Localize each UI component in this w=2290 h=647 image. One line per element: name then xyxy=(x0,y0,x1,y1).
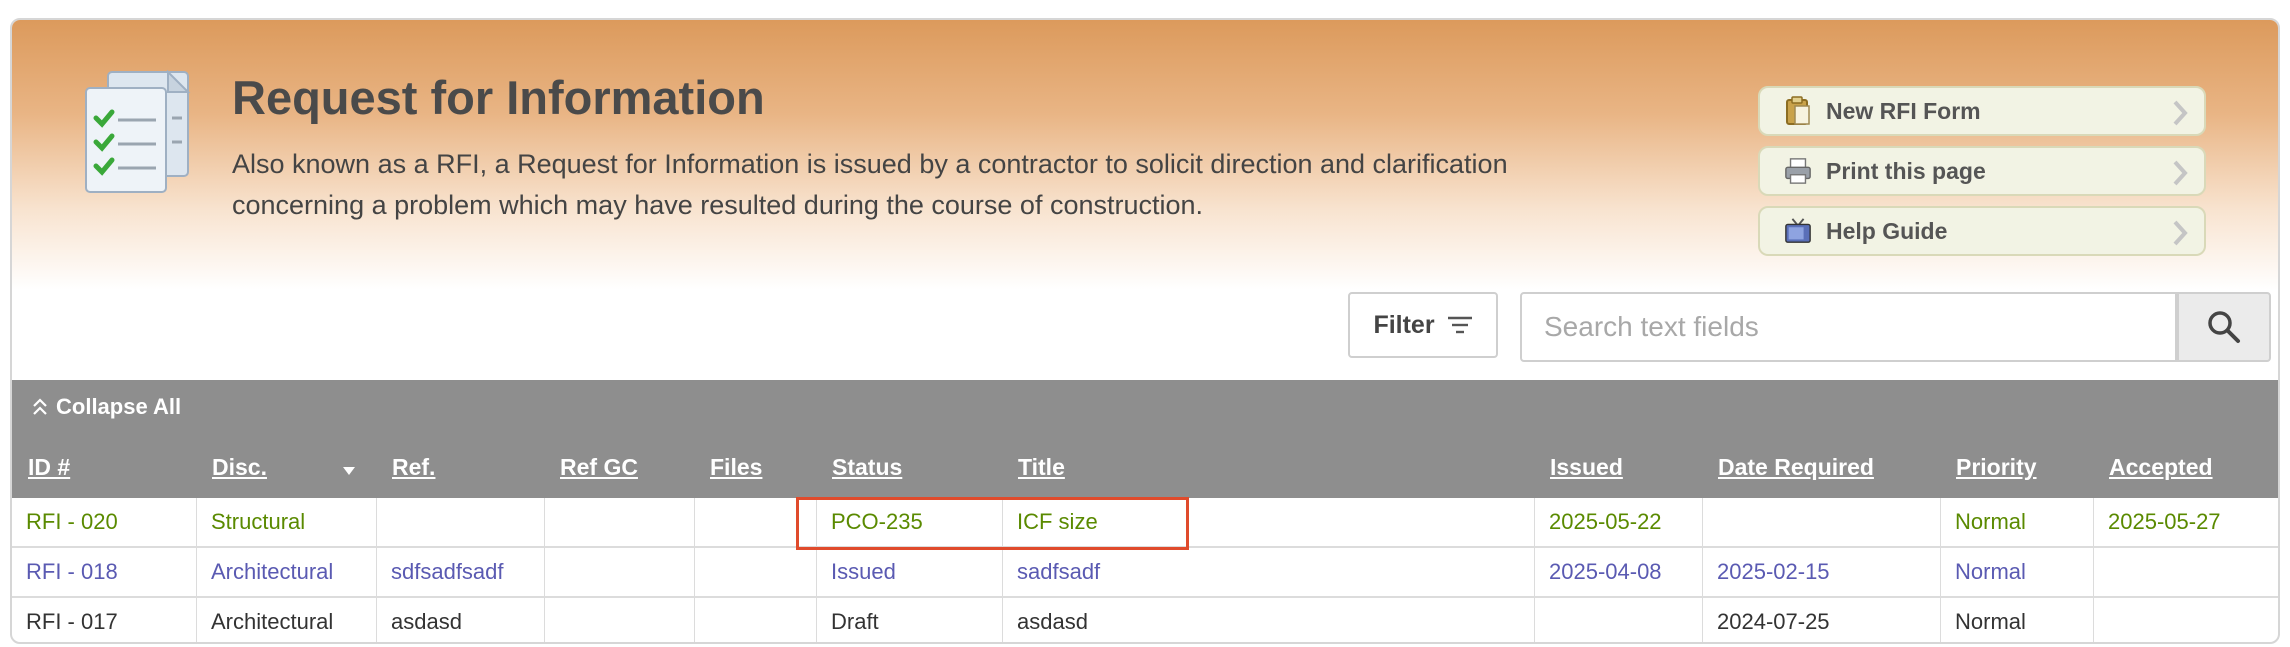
table-row[interactable]: RFI - 017 Architectural asdasd Draft asd… xyxy=(12,598,2278,642)
page-header: Request for Information Also known as a … xyxy=(12,20,2278,290)
cell-status: Draft xyxy=(816,598,1002,642)
filter-label: Filter xyxy=(1373,310,1435,339)
column-header-date-required[interactable]: Date Required xyxy=(1718,454,1874,481)
chevron-right-icon xyxy=(2173,100,2188,126)
cell-ref xyxy=(376,498,544,546)
column-header-accepted[interactable]: Accepted xyxy=(2109,454,2213,481)
cell-id[interactable]: RFI - 020 xyxy=(12,498,196,546)
cell-title[interactable]: ICF size xyxy=(1002,498,1534,546)
tv-icon xyxy=(1784,216,1812,246)
cell-issued: 2025-04-08 xyxy=(1534,548,1702,596)
table-row[interactable]: RFI - 020 Structural PCO-235 ICF size 20… xyxy=(12,498,2278,548)
cell-disc: Architectural xyxy=(196,548,376,596)
cell-ref-gc xyxy=(544,598,694,642)
printer-icon xyxy=(1784,156,1812,186)
cell-accepted xyxy=(2093,548,2278,596)
cell-status: PCO-235 xyxy=(816,498,1002,546)
clipboard-icon xyxy=(1784,96,1812,126)
new-rfi-form-label: New RFI Form xyxy=(1826,97,1981,124)
cell-issued: 2025-05-22 xyxy=(1534,498,1702,546)
cell-date-required: 2025-02-15 xyxy=(1702,548,1940,596)
cell-date-required: 2024-07-25 xyxy=(1702,598,1940,642)
help-guide-label: Help Guide xyxy=(1826,217,1948,244)
cell-files xyxy=(694,498,816,546)
column-header-files[interactable]: Files xyxy=(710,454,762,481)
new-rfi-form-button[interactable]: New RFI Form xyxy=(1758,86,2206,136)
page-description: Also known as a RFI, a Request for Infor… xyxy=(232,149,1508,220)
table-row[interactable]: RFI - 018 Architectural sdfsadfsadf Issu… xyxy=(12,548,2278,598)
rfi-table: RFI - 020 Structural PCO-235 ICF size 20… xyxy=(12,498,2278,642)
cell-accepted xyxy=(2093,598,2278,642)
print-page-label: Print this page xyxy=(1826,157,1986,184)
search-input[interactable] xyxy=(1520,292,2177,362)
cell-ref-gc xyxy=(544,548,694,596)
help-guide-button[interactable]: Help Guide xyxy=(1758,206,2206,256)
cell-id[interactable]: RFI - 017 xyxy=(12,598,196,642)
cell-priority: Normal xyxy=(1940,498,2093,546)
cell-issued xyxy=(1534,598,1702,642)
filter-icon xyxy=(1447,316,1472,334)
column-header-disc[interactable]: Disc. xyxy=(212,454,267,481)
cell-disc: Structural xyxy=(196,498,376,546)
sort-down-icon[interactable] xyxy=(342,466,356,476)
chevron-right-icon xyxy=(2173,160,2188,186)
cell-title[interactable]: asdasd xyxy=(1002,598,1534,642)
cell-ref: sdfsadfsadf xyxy=(376,548,544,596)
column-header-priority[interactable]: Priority xyxy=(1956,454,2037,481)
search-button[interactable] xyxy=(2177,292,2271,362)
cell-disc: Architectural xyxy=(196,598,376,642)
collapse-all-label: Collapse All xyxy=(56,394,182,419)
search-icon xyxy=(2208,311,2240,343)
cell-priority: Normal xyxy=(1940,598,2093,642)
column-header-ref[interactable]: Ref. xyxy=(392,454,435,481)
cell-status: Issued xyxy=(816,548,1002,596)
column-header-id[interactable]: ID # xyxy=(28,454,70,481)
column-header-title[interactable]: Title xyxy=(1018,454,1065,481)
column-header-issued[interactable]: Issued xyxy=(1550,454,1623,481)
filter-button[interactable]: Filter xyxy=(1348,292,1498,358)
cell-ref-gc xyxy=(544,498,694,546)
checklist-document-icon xyxy=(85,69,191,193)
cell-files xyxy=(694,548,816,596)
cell-priority: Normal xyxy=(1940,548,2093,596)
grid-header: Collapse All ID # Disc. Ref. Ref GC File… xyxy=(12,380,2278,498)
cell-files xyxy=(694,598,816,642)
page-title: Request for Information xyxy=(232,71,765,124)
cell-date-required xyxy=(1702,498,1940,546)
double-chevron-up-icon xyxy=(33,398,47,415)
cell-accepted: 2025-05-27 xyxy=(2093,498,2278,546)
column-header-status[interactable]: Status xyxy=(832,454,902,481)
print-page-button[interactable]: Print this page xyxy=(1758,146,2206,196)
column-header-ref-gc[interactable]: Ref GC xyxy=(560,454,638,481)
cell-ref: asdasd xyxy=(376,598,544,642)
collapse-all-button[interactable]: Collapse All xyxy=(32,394,181,420)
chevron-right-icon xyxy=(2173,220,2188,246)
cell-title[interactable]: sadfsadf xyxy=(1002,548,1534,596)
cell-id[interactable]: RFI - 018 xyxy=(12,548,196,596)
rfi-panel: Request for Information Also known as a … xyxy=(10,18,2280,644)
